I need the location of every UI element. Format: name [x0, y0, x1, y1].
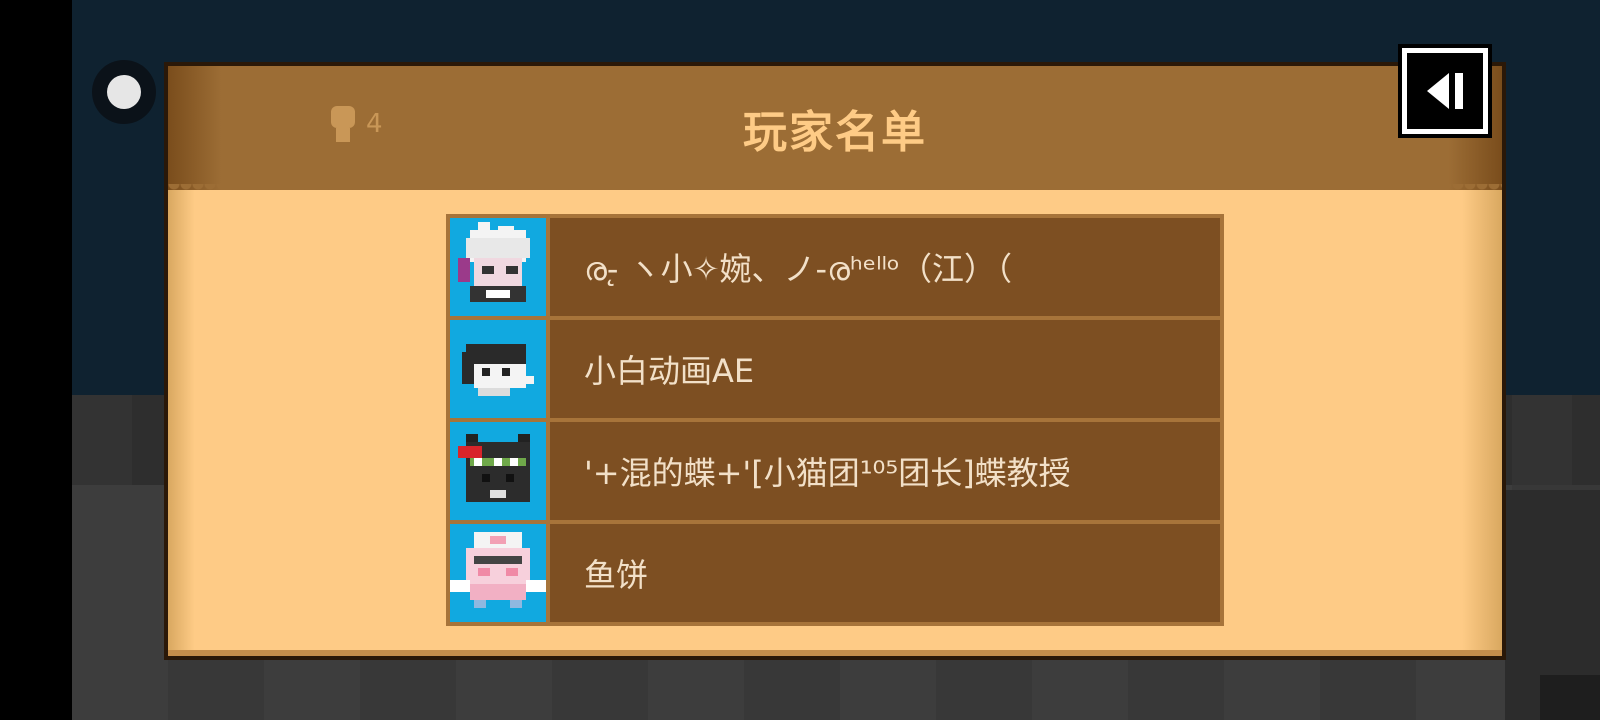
player-name: 小白动画AE [550, 320, 1220, 418]
pixel-avatar-pink-bunny-icon [450, 524, 546, 622]
player-list: ര-̨ ヽ小✧婉、ノ-രʰᵉˡˡᵒ（江）（ 小白动画AE '+混的蝶+'[小猫团… [446, 214, 1224, 626]
left-letterbox [0, 0, 72, 720]
player-name: '+混的蝶+'[小猫团¹⁰⁵团长]蝶教授 [550, 422, 1220, 520]
background-ledge [1540, 675, 1600, 720]
circle-icon [107, 75, 141, 109]
player-name: ര-̨ ヽ小✧婉、ノ-രʰᵉˡˡᵒ（江）（ [550, 218, 1220, 316]
player-name: 鱼饼 [550, 524, 1220, 622]
back-button[interactable] [1398, 44, 1492, 138]
pixel-avatar-dark-cat-icon [450, 422, 546, 520]
player-row[interactable]: ര-̨ ヽ小✧婉、ノ-രʰᵉˡˡᵒ（江）（ [450, 218, 1220, 316]
panel-header: 4 玩家名单 [168, 66, 1502, 196]
pixel-avatar-white-hair-girl-icon [450, 218, 546, 316]
player-row[interactable]: '+混的蝶+'[小猫团¹⁰⁵团长]蝶教授 [450, 422, 1220, 520]
player-row[interactable]: 小白动画AE [450, 320, 1220, 418]
pixel-avatar-ghost-mask-icon [450, 320, 546, 418]
player-row[interactable]: 鱼饼 [450, 524, 1220, 622]
joystick-toggle-button[interactable] [92, 60, 156, 124]
panel-title: 玩家名单 [743, 107, 927, 158]
back-arrow-icon [1427, 73, 1449, 109]
